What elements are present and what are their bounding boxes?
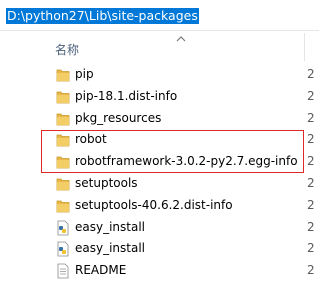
file-date-partial: 2 [307, 241, 315, 256]
file-name: robot [75, 132, 107, 147]
file-date-partial: 2 [307, 219, 315, 234]
file-name: pip [75, 67, 94, 81]
column-header-name[interactable]: 名称 [55, 41, 79, 58]
file-name: robotframework-3.0.2-py2.7.egg-info [75, 154, 298, 169]
list-item[interactable]: robotframework-3.0.2-py2.7.egg-info 2 [0, 151, 319, 173]
address-bar[interactable]: D:\python27\Lib\site-packages [0, 0, 319, 31]
column-header: 名称 [0, 30, 319, 62]
file-date-partial: 2 [307, 132, 315, 147]
list-item[interactable]: pip 2 [0, 64, 319, 86]
file-date-partial: 2 [307, 110, 315, 125]
folder-icon [56, 176, 70, 192]
list-item[interactable]: setuptools 2 [0, 173, 319, 195]
folder-icon [56, 89, 70, 105]
folder-icon [56, 154, 70, 170]
file-list: pip 2 pip-18.1.dist-info 2 pkg_resources… [0, 64, 319, 282]
file-name: pip-18.1.dist-info [75, 88, 178, 103]
list-item[interactable]: easy_install 2 [0, 217, 319, 239]
file-name: setuptools [75, 175, 138, 190]
folder-icon [56, 111, 70, 127]
sort-ascending-icon[interactable] [176, 35, 186, 43]
list-item[interactable]: setuptools-40.6.2.dist-info 2 [0, 195, 319, 217]
list-item[interactable]: README 2 [0, 260, 319, 282]
file-name: easy_install [75, 219, 146, 234]
file-name: easy_install [75, 241, 146, 256]
list-item[interactable]: pkg_resources 2 [0, 108, 319, 130]
file-name: README [75, 263, 127, 278]
text-file-icon [56, 263, 70, 279]
list-item[interactable]: robot 2 [0, 129, 319, 151]
file-date-partial: 2 [307, 197, 315, 212]
column-divider[interactable] [304, 33, 305, 61]
list-item[interactable]: easy_install 2 [0, 238, 319, 260]
folder-icon [56, 198, 70, 214]
file-date-partial: 2 [307, 154, 315, 169]
folder-icon [56, 132, 70, 148]
file-date-partial: 2 [307, 175, 315, 190]
file-name: pkg_resources [75, 110, 162, 125]
python-file-icon [56, 220, 70, 236]
file-date-partial: 2 [307, 88, 315, 103]
list-item[interactable]: pip-18.1.dist-info 2 [0, 86, 319, 108]
python-file-icon [56, 241, 70, 257]
file-date-partial: 2 [307, 67, 315, 81]
address-path-input[interactable]: D:\python27\Lib\site-packages [6, 8, 199, 24]
file-name: setuptools-40.6.2.dist-info [75, 197, 233, 212]
file-date-partial: 2 [307, 263, 315, 278]
folder-icon [56, 67, 70, 83]
